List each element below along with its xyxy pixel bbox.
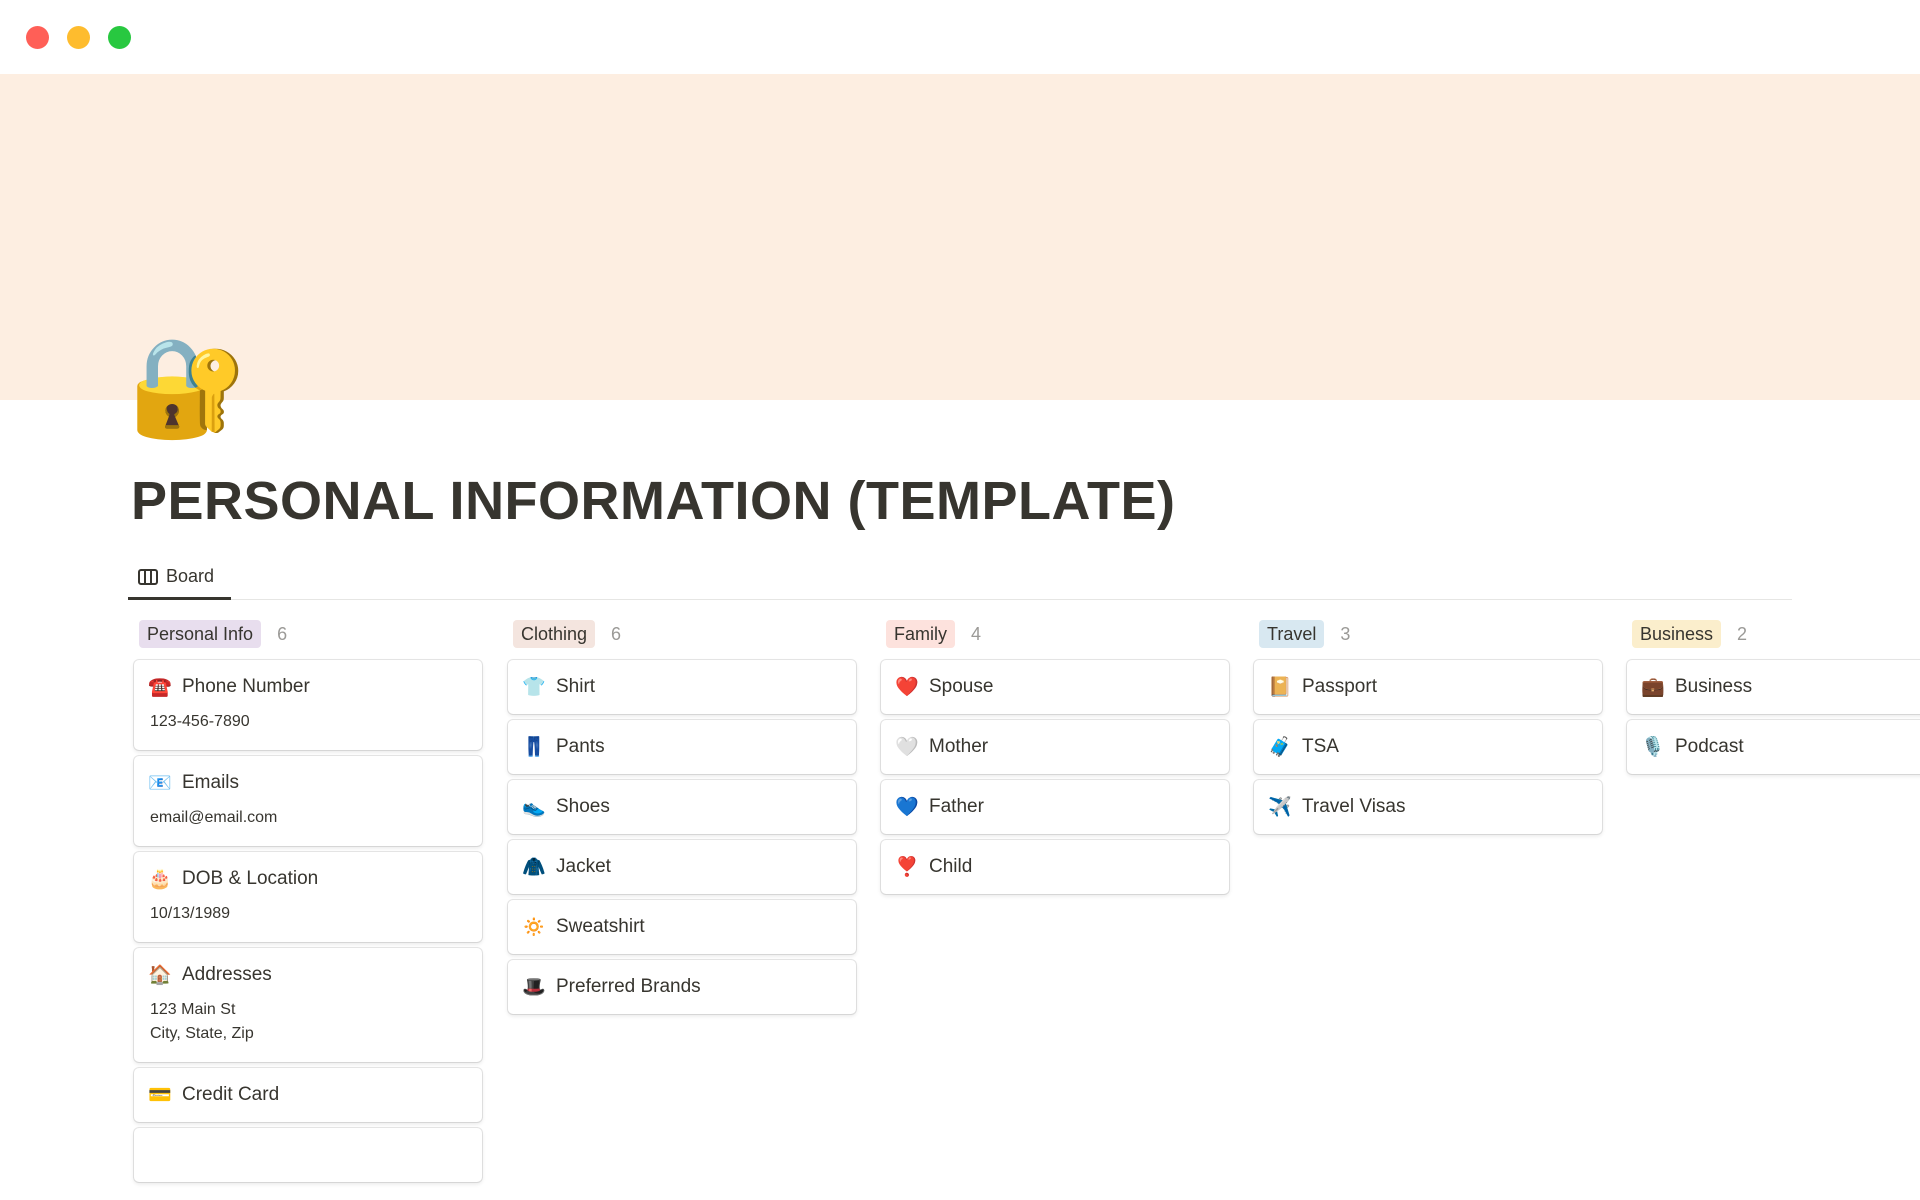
card-icon: ✈️: [1268, 797, 1292, 818]
card-property: 10/13/1989: [150, 905, 231, 922]
board-card[interactable]: 👟 Shoes: [508, 780, 856, 834]
card-title: Travel Visas: [1302, 796, 1406, 817]
card-icon: 📧: [148, 773, 172, 794]
board-card[interactable]: 💳 Credit Card: [134, 1068, 482, 1122]
board-card[interactable]: 👕 Shirt: [508, 660, 856, 714]
card-title: Father: [929, 796, 984, 817]
card-title: Credit Card: [182, 1084, 280, 1105]
group-label: Clothing: [513, 620, 596, 648]
group-label: Business: [1632, 620, 1722, 648]
board-card[interactable]: 🧥 Jacket: [508, 840, 856, 894]
card-icon: 💳: [148, 1085, 172, 1106]
card-title: Child: [929, 856, 973, 877]
close-button[interactable]: [26, 26, 49, 49]
group-label: Travel: [1259, 620, 1325, 648]
board-card[interactable]: 🏠 Addresses 123 Main St City, State, Zip: [134, 948, 482, 1062]
board-card[interactable]: 🧳 TSA: [1254, 720, 1602, 774]
group-count: 6: [611, 623, 622, 644]
board-column: Family 4 ❤️ Spouse 🤍 Mother 💙 Father ❣️ …: [881, 620, 1229, 900]
board-icon: [138, 568, 158, 585]
board-card[interactable]: 📔 Passport: [1254, 660, 1602, 714]
board-column: Travel 3 📔 Passport 🧳 TSA ✈️ Travel Visa…: [1254, 620, 1602, 840]
card-title: Shoes: [556, 796, 610, 817]
window-controls: [26, 26, 131, 49]
group-count: 4: [971, 623, 982, 644]
card-property: email@email.com: [150, 809, 278, 826]
card-title: Preferred Brands: [556, 976, 701, 997]
board-card[interactable]: 🎩 Preferred Brands: [508, 960, 856, 1014]
card-icon: 👟: [522, 797, 546, 818]
board-card[interactable]: 🎂 DOB & Location 10/13/1989: [134, 852, 482, 942]
card-icon: 🎂: [148, 869, 172, 890]
column-header[interactable]: Clothing 6: [508, 620, 856, 648]
column-header[interactable]: Business 2: [1627, 620, 1920, 648]
board-card[interactable]: ❤️ Spouse: [881, 660, 1229, 714]
card-icon: 🎙️: [1641, 737, 1665, 758]
card-title: Phone Number: [182, 676, 310, 697]
card-property: 123-456-7890: [150, 713, 250, 730]
card-icon: 👖: [522, 737, 546, 758]
column-header[interactable]: Family 4: [881, 620, 1229, 648]
board-card[interactable]: 🤍 Mother: [881, 720, 1229, 774]
card-title: Jacket: [556, 856, 611, 877]
card-icon: 💙: [895, 797, 919, 818]
page-title[interactable]: PERSONAL INFORMATION (TEMPLATE): [131, 470, 1175, 532]
group-count: 2: [1737, 623, 1748, 644]
tab-board-label: Board: [166, 566, 215, 586]
board-column: Business 2 💼 Business 🎙️ Podcast: [1627, 620, 1920, 780]
board-card[interactable]: 💼 Business: [1627, 660, 1920, 714]
group-count: 6: [277, 623, 288, 644]
card-icon: 🤍: [895, 737, 919, 758]
card-icon: 🔅: [522, 917, 546, 938]
board-card[interactable]: ✈️ Travel Visas: [1254, 780, 1602, 834]
card-title: Addresses: [182, 964, 272, 985]
group-label: Personal Info: [139, 620, 262, 648]
board-card[interactable]: 🎙️ Podcast: [1627, 720, 1920, 774]
card-icon: 🎩: [522, 977, 546, 998]
card-icon: 🏠: [148, 965, 172, 986]
minimize-button[interactable]: [67, 26, 90, 49]
board-column: Personal Info 6 ☎️ Phone Number 123-456-…: [134, 620, 482, 1188]
card-title: Spouse: [929, 676, 994, 697]
tab-board[interactable]: Board: [128, 556, 231, 600]
card-title: Sweatshirt: [556, 916, 645, 937]
card-title: Mother: [929, 736, 989, 757]
group-label: Family: [886, 620, 955, 648]
card-icon: 🧳: [1268, 737, 1292, 758]
card-icon: ❤️: [895, 677, 919, 698]
card-icon: 💼: [1641, 677, 1665, 698]
board-card[interactable]: 📧 Emails email@email.com: [134, 756, 482, 846]
board-card[interactable]: 💙 Father: [881, 780, 1229, 834]
card-icon: 🧥: [522, 857, 546, 878]
card-icon: 📔: [1268, 677, 1292, 698]
card-property: 123 Main St City, State, Zip: [150, 1001, 254, 1042]
card-title: TSA: [1302, 736, 1339, 757]
board-card[interactable]: ☎️ Phone Number 123-456-7890: [134, 660, 482, 750]
card-title: Pants: [556, 736, 605, 757]
card-title: Shirt: [556, 676, 596, 697]
card-icon: 👕: [522, 677, 546, 698]
board-card[interactable]: 👖 Pants: [508, 720, 856, 774]
column-header[interactable]: Personal Info 6: [134, 620, 482, 648]
lock-key-icon[interactable]: 🔐: [128, 340, 248, 436]
card-icon: ☎️: [148, 677, 172, 698]
card-title: Business: [1675, 676, 1753, 697]
board-card[interactable]: [134, 1128, 482, 1182]
card-icon: ❣️: [895, 857, 919, 878]
maximize-button[interactable]: [108, 26, 131, 49]
card-title: DOB & Location: [182, 868, 319, 889]
view-tabs: Board: [128, 556, 1792, 600]
card-title: Emails: [182, 772, 240, 793]
page-cover[interactable]: [0, 74, 1920, 400]
board-card[interactable]: ❣️ Child: [881, 840, 1229, 894]
column-header[interactable]: Travel 3: [1254, 620, 1602, 648]
card-title: Podcast: [1675, 736, 1744, 757]
card-title: Passport: [1302, 676, 1377, 697]
board-column: Clothing 6 👕 Shirt 👖 Pants 👟 Shoes 🧥 Jac…: [508, 620, 856, 1020]
board-card[interactable]: 🔅 Sweatshirt: [508, 900, 856, 954]
group-count: 3: [1340, 623, 1351, 644]
